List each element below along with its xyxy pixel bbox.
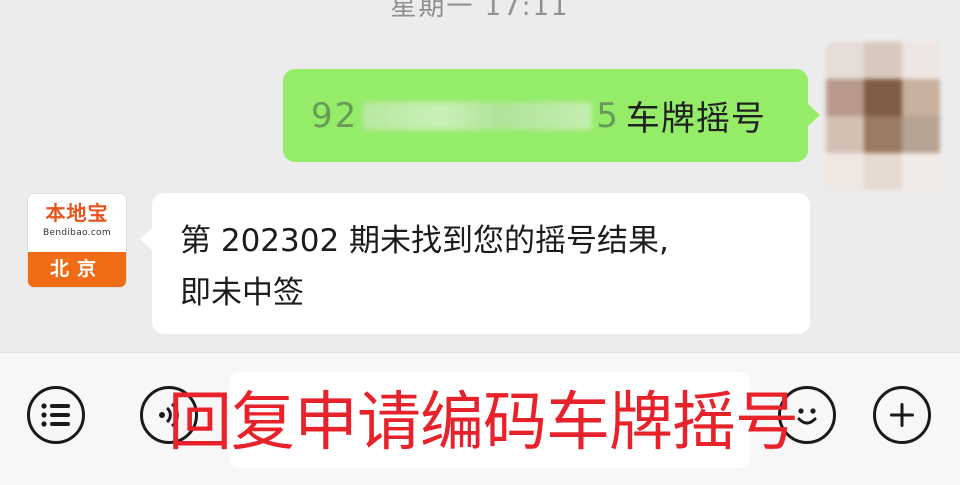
city-label: 北京 xyxy=(28,252,126,287)
overlay-instruction-caption: 回复申请编码车牌摇号 xyxy=(168,386,799,460)
outgoing-message-text: 车牌摇号 xyxy=(625,99,766,139)
incoming-message-line-2: 即未中签 xyxy=(180,275,304,311)
more-button[interactable] xyxy=(873,386,931,444)
brand-name-cn: 本地宝 xyxy=(45,201,109,225)
incoming-message-line-1: 第 202302 期未找到您的摇号结果, xyxy=(180,223,669,259)
menu-list-icon xyxy=(41,403,70,427)
plus-icon xyxy=(890,403,914,427)
blurred-application-number xyxy=(362,101,593,130)
bendibao-logo: 本地宝 Bendibao.com xyxy=(28,194,126,252)
menu-button[interactable] xyxy=(27,386,85,444)
incoming-message-bubble[interactable]: 第 202302 期未找到您的摇号结果, 即未中签 xyxy=(140,193,810,334)
bendibao-avatar[interactable]: 本地宝 Bendibao.com 北京 xyxy=(28,194,126,287)
outgoing-message-bubble[interactable]: 92 5 车牌摇号 xyxy=(283,69,820,162)
application-number-prefix: 92 xyxy=(311,95,359,136)
message-timestamp: 星期一 17:11 xyxy=(390,0,570,22)
brand-name-en: Bendibao.com xyxy=(43,228,111,238)
user-avatar[interactable] xyxy=(826,42,940,190)
application-number-suffix: 5 xyxy=(596,95,618,136)
